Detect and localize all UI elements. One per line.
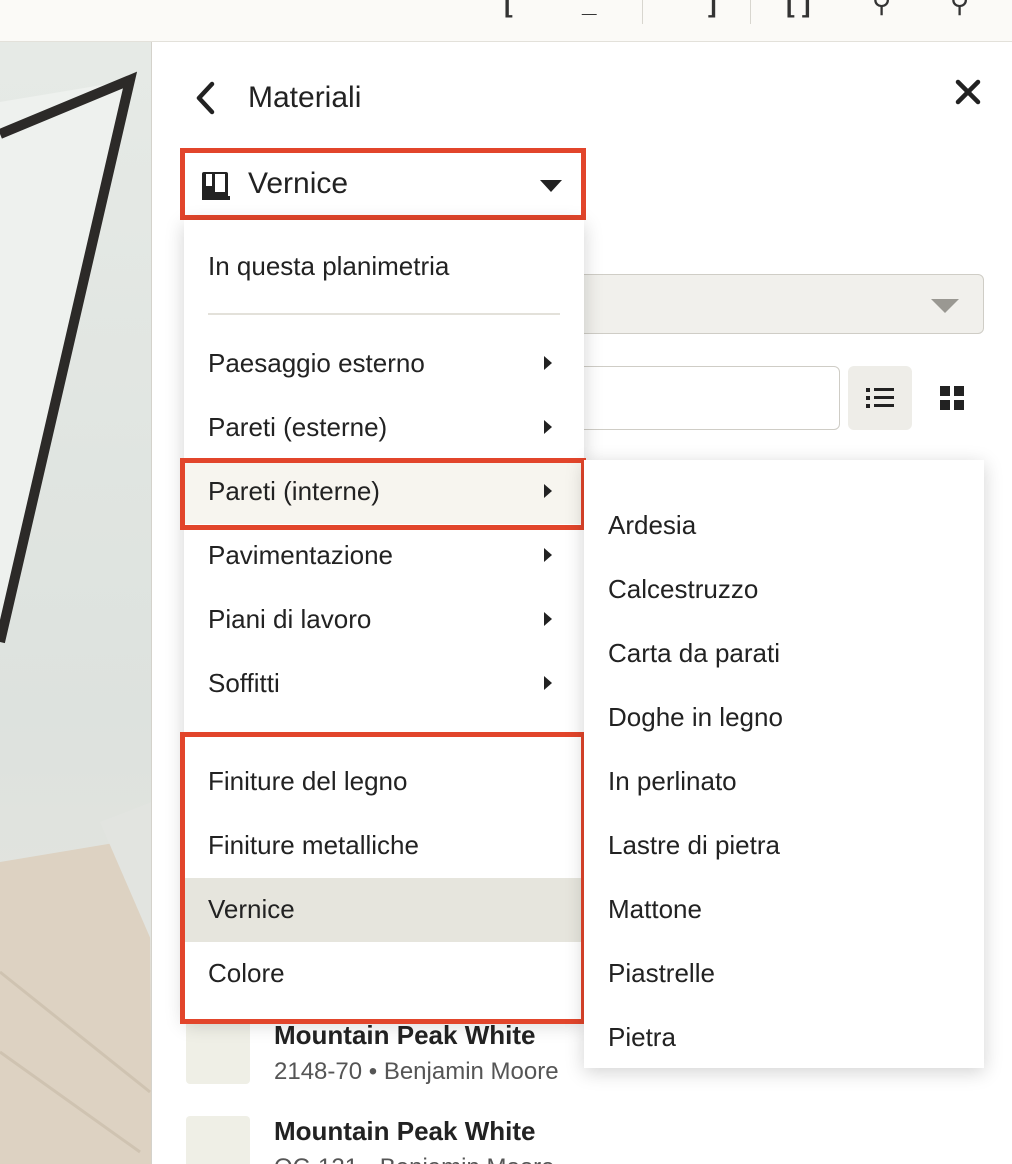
- menu-item-label: Finiture del legno: [208, 766, 408, 796]
- caret-down-icon: [540, 180, 562, 192]
- submenu-item[interactable]: Carta da parati: [584, 604, 984, 668]
- menu-item-label: Paesaggio esterno: [208, 348, 425, 378]
- menu-item-in-this-plan[interactable]: In questa planimetria: [184, 235, 584, 299]
- result-item[interactable]: Mountain Peak White OC-121 • Benjamin Mo…: [186, 1116, 606, 1164]
- grid-view-icon: [940, 386, 964, 410]
- submenu-item[interactable]: Calcestruzzo: [584, 540, 984, 604]
- toolbar-icon[interactable]: [ ]: [786, 0, 811, 19]
- menu-item-label: In questa planimetria: [208, 251, 450, 281]
- menu-item-label: Piani di lavoro: [208, 604, 372, 634]
- submenu-item-label: In perlinato: [608, 766, 737, 796]
- zoom-in-icon[interactable]: ⚲: [872, 0, 891, 19]
- catalog-select[interactable]: Vernice: [184, 152, 582, 216]
- book-icon: [202, 172, 230, 200]
- result-name: Mountain Peak White: [274, 1116, 536, 1146]
- toolbar-icon[interactable]: [: [504, 0, 513, 19]
- menu-item-category[interactable]: Soffitti: [184, 652, 584, 716]
- catalog-dropdown-menu: In questa planimetria Paesaggio esterno …: [184, 220, 584, 1020]
- submenu-item-label: Ardesia: [608, 510, 697, 540]
- toolbar-icon[interactable]: _: [582, 0, 596, 19]
- menu-item-label: Soffitti: [208, 668, 280, 698]
- close-button[interactable]: [948, 72, 988, 112]
- menu-divider: [208, 313, 560, 315]
- 3d-viewport[interactable]: [0, 42, 152, 1164]
- top-toolbar: [ _ ] [ ] ⚲ ⚲: [0, 0, 1012, 42]
- submenu-item-label: Doghe in legno: [608, 702, 783, 732]
- back-button[interactable]: [188, 80, 222, 116]
- toolbar-divider: [642, 0, 643, 24]
- menu-item-finish[interactable]: Colore: [184, 942, 584, 1006]
- menu-item-label: Colore: [208, 958, 285, 988]
- caret-right-icon: [544, 484, 552, 498]
- caret-right-icon: [544, 612, 552, 626]
- menu-item-label: Finiture metalliche: [208, 830, 419, 860]
- panel-title: Materiali: [248, 81, 362, 114]
- filter-select[interactable]: [560, 274, 984, 334]
- color-swatch: [186, 1116, 250, 1164]
- menu-item-label: Vernice: [208, 894, 295, 924]
- menu-item-label: Pareti (esterne): [208, 412, 388, 442]
- menu-item-finish[interactable]: Finiture metalliche: [184, 814, 584, 878]
- toolbar-divider: [750, 0, 751, 24]
- submenu-item[interactable]: In perlinato: [584, 732, 984, 796]
- caret-right-icon: [544, 356, 552, 370]
- menu-item-finish-selected[interactable]: Vernice: [184, 878, 584, 942]
- submenu-item[interactable]: Pietra: [584, 988, 984, 1052]
- caret-down-icon: [931, 299, 959, 313]
- submenu-item[interactable]: Doghe in legno: [584, 668, 984, 732]
- submenu-item[interactable]: Lastre di pietra: [584, 796, 984, 860]
- list-view-icon: [866, 388, 894, 408]
- submenu-item-label: Mattone: [608, 894, 702, 924]
- result-name: Mountain Peak White: [274, 1020, 536, 1050]
- menu-item-category[interactable]: Piani di lavoro: [184, 588, 584, 652]
- submenu-item[interactable]: Mattone: [584, 860, 984, 924]
- menu-item-category-hovered[interactable]: Pareti (interne): [184, 460, 584, 524]
- result-code: OC-121 • Benjamin Moore: [274, 1154, 555, 1164]
- chevron-left-icon: [196, 81, 215, 115]
- toolbar-icon[interactable]: ]: [708, 0, 717, 19]
- menu-item-label: Pareti (interne): [208, 476, 380, 506]
- catalog-select-value: Vernice: [248, 167, 349, 200]
- grid-view-button[interactable]: [920, 366, 984, 430]
- search-input[interactable]: [560, 366, 840, 430]
- submenu-item-label: Lastre di pietra: [608, 830, 780, 860]
- caret-right-icon: [544, 676, 552, 690]
- submenu-item-label: Piastrelle: [608, 958, 715, 988]
- color-swatch: [186, 1020, 250, 1084]
- category-submenu: Ardesia Calcestruzzo Carta da parati Dog…: [584, 460, 984, 1068]
- list-view-button[interactable]: [848, 366, 912, 430]
- menu-item-label: Pavimentazione: [208, 540, 393, 570]
- submenu-item[interactable]: Ardesia: [584, 476, 984, 540]
- submenu-item-label: Calcestruzzo: [608, 574, 759, 604]
- caret-right-icon: [544, 420, 552, 434]
- result-item[interactable]: Mountain Peak White 2148-70 • Benjamin M…: [186, 1020, 606, 1100]
- close-icon: [955, 79, 981, 105]
- submenu-item[interactable]: Piastrelle: [584, 924, 984, 988]
- submenu-item-label: Pietra: [608, 1022, 676, 1052]
- menu-item-category[interactable]: Paesaggio esterno: [184, 332, 584, 396]
- menu-item-category[interactable]: Pareti (esterne): [184, 396, 584, 460]
- result-code: 2148-70 • Benjamin Moore: [274, 1058, 559, 1085]
- menu-item-category[interactable]: Pavimentazione: [184, 524, 584, 588]
- zoom-out-icon[interactable]: ⚲: [950, 0, 969, 19]
- caret-right-icon: [544, 548, 552, 562]
- submenu-item-label: Carta da parati: [608, 638, 780, 668]
- menu-item-finish[interactable]: Finiture del legno: [184, 750, 584, 814]
